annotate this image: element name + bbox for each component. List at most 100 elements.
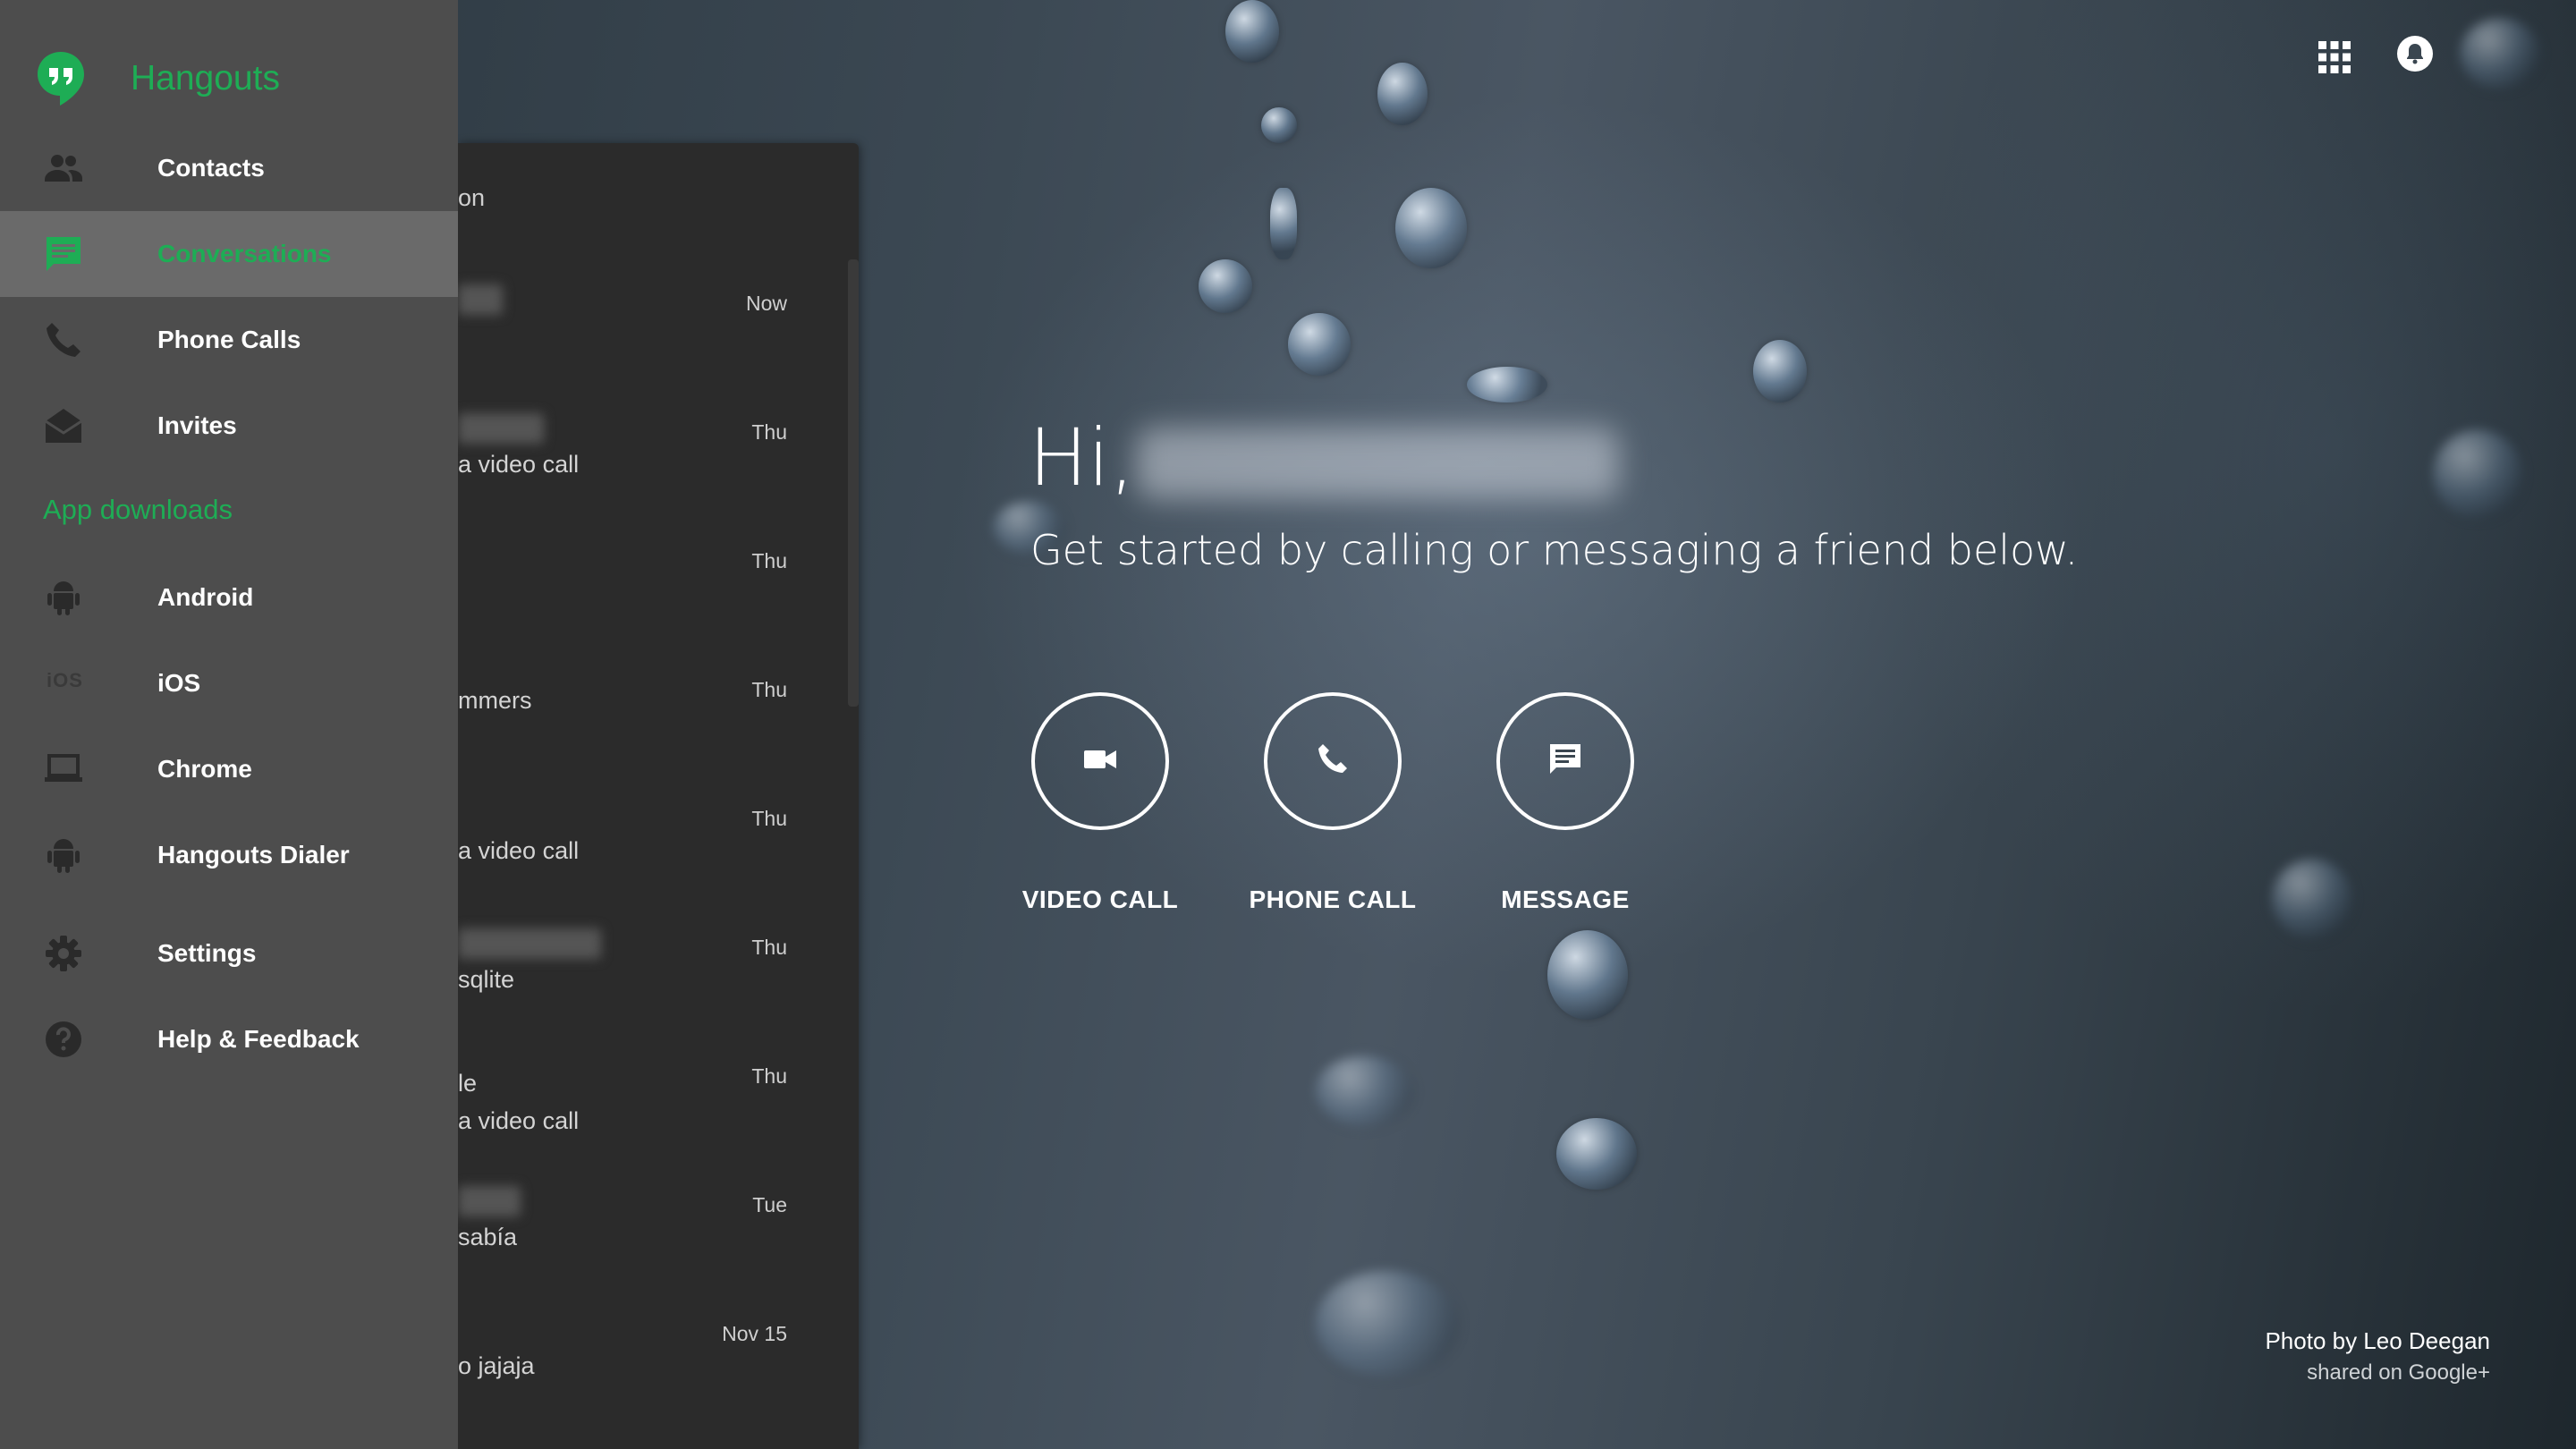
sidebar-item-help-feedback[interactable]: Help & Feedback (0, 996, 458, 1082)
sidebar-item-hangouts-dialer[interactable]: Hangouts Dialer (0, 812, 458, 898)
water-drop (1467, 367, 1547, 402)
conversation-row[interactable]: le a video call Thu (458, 1050, 859, 1179)
conversation-snippet: sabía (458, 1224, 518, 1250)
conversation-time: Thu (751, 420, 787, 444)
sidebar-item-label: Phone Calls (157, 326, 301, 353)
water-drop (2433, 429, 2522, 519)
greeting: Hi, (1029, 411, 1135, 504)
phone-call-circle[interactable] (1264, 692, 1402, 830)
conversation-row[interactable]: Now (458, 277, 859, 406)
water-drop (1556, 1118, 1637, 1190)
water-drop (1753, 340, 1807, 402)
conversation-time: Thu (751, 936, 787, 959)
water-drop (1270, 188, 1297, 259)
water-drop (1199, 259, 1252, 313)
phone-icon (43, 319, 84, 360)
sidebar-item-android[interactable]: Android (0, 555, 458, 640)
sidebar-item-label: Chrome (157, 755, 252, 783)
conversations-panel: on Now a video call Thu Thu mmers Thu a … (458, 143, 859, 1449)
android-icon (43, 577, 84, 618)
mail-open-icon (43, 405, 84, 446)
contact-name-redacted (458, 284, 503, 315)
photo-credit: Photo by Leo Deegan shared on Google+ (2265, 1327, 2490, 1385)
conversation-row[interactable]: mmers Thu (458, 664, 859, 792)
conversation-time: Now (745, 292, 787, 315)
android-icon (43, 835, 84, 876)
conversation-row[interactable]: sabía Tue (458, 1179, 859, 1308)
sidebar-item-label: Invites (157, 411, 237, 439)
conversation-time: Thu (751, 807, 787, 830)
chat-icon (43, 233, 84, 275)
video-call-label: VIDEO CALL (1021, 886, 1179, 913)
sidebar-item-label: Android (157, 583, 254, 611)
sidebar-item-label: Settings (157, 939, 257, 967)
conversation-snippet: mmers (458, 687, 532, 714)
user-name-redacted (1136, 428, 1619, 499)
conversation-row[interactable]: sqlite Thu (458, 921, 859, 1050)
video-camera-icon (1082, 746, 1118, 777)
conversation-time: Nov 15 (722, 1322, 787, 1345)
conversation-snippet: a video call (458, 451, 580, 478)
conversation-snippet: sqlite (458, 966, 515, 993)
conversation-snippet: a video call (458, 837, 580, 864)
conversation-snippet: le a video call (458, 1070, 580, 1134)
conversation-row[interactable]: Thu (458, 535, 859, 664)
water-drop (1547, 930, 1628, 1020)
section-title-app-downloads: App downloads (43, 494, 233, 525)
welcome-subtitle: Get started by calling or messaging a fr… (1030, 526, 2079, 574)
gear-icon (43, 933, 84, 974)
sidebar-item-label: Hangouts Dialer (157, 841, 350, 869)
message-label: MESSAGE (1501, 886, 1630, 913)
phone-icon (1315, 741, 1351, 782)
sidebar-item-conversations[interactable]: Conversations (0, 211, 458, 297)
conversation-row[interactable]: o jajaja Nov 15 (458, 1308, 859, 1436)
video-call-circle[interactable] (1031, 692, 1169, 830)
conversation-row[interactable]: a video call Thu (458, 792, 859, 921)
sidebar-item-ios[interactable]: iOS iOS (0, 640, 458, 726)
conversation-time: Thu (751, 678, 787, 701)
laptop-icon (43, 749, 84, 790)
conversation-time: Tue (752, 1193, 787, 1216)
contacts-icon (43, 148, 84, 189)
sidebar-item-phone-calls[interactable]: Phone Calls (0, 297, 458, 383)
photo-credit-author[interactable]: Photo by Leo Deegan (2265, 1327, 2490, 1355)
bell-icon[interactable] (2395, 34, 2435, 73)
contact-name-redacted (458, 928, 601, 959)
video-call-button[interactable]: VIDEO CALL (1022, 692, 1178, 913)
water-drop (2460, 18, 2540, 89)
message-button[interactable]: MESSAGE (1494, 692, 1637, 913)
water-drop (1225, 0, 1279, 63)
sidebar-item-label: Contacts (157, 154, 265, 182)
water-drop (1315, 1055, 1413, 1127)
sidebar-item-contacts[interactable]: Contacts (0, 125, 458, 211)
ios-icon: iOS (47, 669, 83, 691)
contact-name-redacted (458, 1186, 521, 1216)
phone-call-button[interactable]: PHONE CALL (1250, 692, 1416, 913)
water-drop (1288, 313, 1351, 376)
photo-credit-source: shared on Google+ (2307, 1360, 2490, 1385)
app-name: Hangouts (131, 59, 280, 97)
water-drop (1377, 63, 1428, 125)
app-brand[interactable]: Hangouts (36, 50, 280, 107)
sidebar-item-invites[interactable]: Invites (0, 383, 458, 469)
conversation-time: Thu (751, 549, 787, 572)
message-icon (1547, 741, 1583, 782)
sidebar-item-label: Help & Feedback (157, 1025, 360, 1053)
hangouts-logo-icon (36, 50, 86, 107)
conversation-time: Thu (751, 1064, 787, 1088)
water-drop (2272, 859, 2352, 939)
contact-name-redacted (458, 413, 544, 444)
sidebar-item-label: Conversations (157, 240, 332, 267)
conversation-snippet: o jajaja (458, 1352, 535, 1379)
water-drop (1261, 107, 1297, 143)
sidebar-item-settings[interactable]: Settings (0, 911, 458, 996)
help-icon (43, 1019, 84, 1060)
message-circle[interactable] (1496, 692, 1634, 830)
conversations-heading: on (458, 184, 486, 211)
sidebar-item-chrome[interactable]: Chrome (0, 726, 458, 812)
navigation-drawer: Hangouts Contacts Conversations Phone Ca… (0, 0, 458, 1449)
sidebar-item-label: iOS (157, 669, 201, 697)
apps-grid-icon[interactable] (2317, 39, 2352, 75)
phone-call-label: PHONE CALL (1249, 886, 1417, 913)
conversation-row[interactable]: a video call Thu (458, 406, 859, 535)
